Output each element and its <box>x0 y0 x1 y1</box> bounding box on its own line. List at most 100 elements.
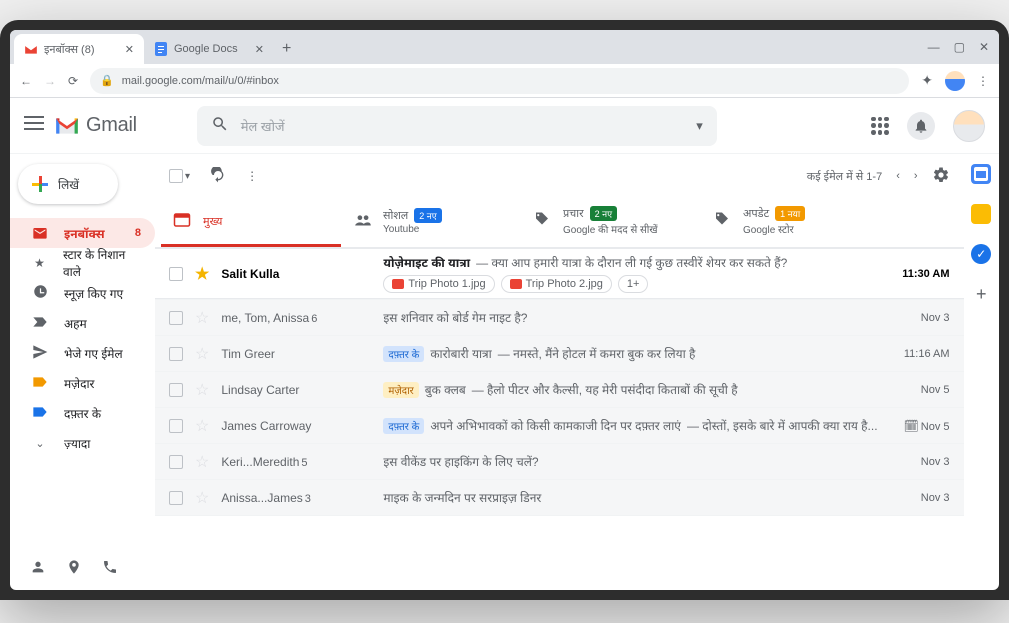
chevron-down-icon[interactable]: ▾ <box>696 118 703 134</box>
browser-tabbar: इनबॉक्स (8) ✕ Google Docs ✕ + — ▢ ✕ <box>10 30 999 64</box>
maximize-icon[interactable]: ▢ <box>954 40 965 54</box>
new-tab-button[interactable]: + <box>274 34 299 64</box>
star-icon[interactable]: ☆ <box>195 452 209 472</box>
email-checkbox[interactable] <box>169 383 183 397</box>
notifications-icon[interactable] <box>907 112 935 140</box>
date: 11:16 AM <box>890 348 950 360</box>
star-icon[interactable]: ☆ <box>195 308 209 328</box>
prev-page-icon[interactable]: ‹ <box>896 170 900 182</box>
gmail-icon <box>54 116 80 136</box>
sidebar-item-0[interactable]: इनबॉक्स 8 <box>10 218 155 248</box>
browser-profile-icon[interactable] <box>945 71 965 91</box>
toolbar: ▾ ⋮ कई ईमेल में से 1-7 ‹ › <box>155 154 964 198</box>
email-checkbox[interactable] <box>169 455 183 469</box>
email-checkbox[interactable] <box>169 311 183 325</box>
sender: Tim Greer <box>221 347 371 361</box>
email-checkbox[interactable] <box>169 347 183 361</box>
sidebar-item-4[interactable]: भेजे गए ईमेल <box>10 338 155 368</box>
email-row[interactable]: ☆ James Carroway दफ़्तर केअपने अभिभावकों… <box>155 408 964 444</box>
back-icon[interactable]: ← <box>20 74 32 88</box>
label-blue-icon <box>32 406 48 421</box>
apps-icon[interactable] <box>871 117 889 135</box>
email-list: ★ Salit Kulla योज़ेमाइट की यात्रा — क्या… <box>155 248 964 590</box>
email-row[interactable]: ★ Salit Kulla योज़ेमाइट की यात्रा — क्या… <box>155 248 964 300</box>
image-icon <box>510 279 522 289</box>
close-icon[interactable]: ✕ <box>125 43 134 56</box>
minimize-icon[interactable]: — <box>928 40 940 54</box>
browser-tab-1[interactable]: इनबॉक्स (8) ✕ <box>14 34 144 64</box>
star-icon: ★ <box>32 256 47 270</box>
category-tab-3[interactable]: अपडेट1 नया Google स्टोर <box>701 198 881 247</box>
category-tab-0[interactable]: मुख्य <box>161 198 341 247</box>
forward-icon[interactable]: → <box>44 74 56 88</box>
star-icon[interactable]: ☆ <box>195 344 209 364</box>
menu-icon[interactable] <box>24 116 44 135</box>
url-input[interactable]: 🔒 mail.google.com/mail/u/0/#inbox <box>90 68 909 94</box>
extension-icon[interactable]: ✦ <box>921 72 933 89</box>
calendar-icon[interactable] <box>971 164 991 184</box>
close-icon[interactable]: ✕ <box>255 43 264 56</box>
sidebar-item-1[interactable]: ★ स्टार के निशान वाले <box>10 248 155 278</box>
tab-chip: 1 नया <box>775 206 805 221</box>
star-icon[interactable]: ☆ <box>195 380 209 400</box>
email-row[interactable]: ☆ Keri...Meredith5 इस वीकेंड पर हाइकिंग … <box>155 444 964 480</box>
attachment-chip[interactable]: Trip Photo 1.jpg <box>383 275 494 293</box>
next-page-icon[interactable]: › <box>914 170 918 182</box>
addons-plus-icon[interactable]: + <box>976 284 987 305</box>
tab-label: अपडेट <box>743 206 769 221</box>
tab-title: Google Docs <box>174 43 238 55</box>
inbox-icon <box>32 225 48 242</box>
email-row[interactable]: ☆ Lindsay Carter मज़ेदारबुक क्लब — हैलो … <box>155 372 964 408</box>
sidebar-item-6[interactable]: दफ़्तर के <box>10 398 155 428</box>
attachment-chip[interactable]: Trip Photo 2.jpg <box>501 275 612 293</box>
select-all-checkbox[interactable] <box>169 169 183 183</box>
sidebar-item-7[interactable]: ⌄ ज़्यादा <box>10 428 155 458</box>
sidebar-item-2[interactable]: स्नूज़ किए गए <box>10 278 155 308</box>
email-row[interactable]: ☆ Anissa...James3 माइक के जन्मदिन पर सरप… <box>155 480 964 516</box>
sidebar-item-label: दफ़्तर के <box>64 405 101 422</box>
date: Nov 3 <box>890 312 950 324</box>
category-tab-1[interactable]: सोशल2 नए Youtube <box>341 198 521 247</box>
attachment-chip[interactable]: 1+ <box>618 275 649 293</box>
email-row[interactable]: ☆ Tim Greer दफ़्तर केकारोबारी यात्रा — न… <box>155 336 964 372</box>
email-row[interactable]: ☆ me, Tom, Anissa6 इस शनिवार को बोर्ड गे… <box>155 300 964 336</box>
keep-icon[interactable] <box>971 204 991 224</box>
image-icon <box>392 279 404 289</box>
star-icon[interactable]: ☆ <box>195 416 209 436</box>
email-checkbox[interactable] <box>169 491 183 505</box>
location-icon[interactable] <box>66 559 82 580</box>
tasks-icon[interactable]: ✓ <box>971 244 991 264</box>
search-input[interactable]: मेल खोजें ▾ <box>197 106 717 146</box>
settings-icon[interactable] <box>932 166 950 187</box>
more-icon[interactable]: ⋮ <box>246 169 258 183</box>
avatar[interactable] <box>953 110 985 142</box>
sender: Anissa...James3 <box>221 491 371 505</box>
refresh-icon[interactable]: ⟳ <box>68 74 78 88</box>
gmail-header: Gmail मेल खोजें ▾ <box>10 98 999 154</box>
tab-label: मुख्य <box>203 214 222 229</box>
subject: अपने अभिभावकों को किसी कामकाजी दिन पर दफ… <box>430 417 681 434</box>
email-checkbox[interactable] <box>169 267 183 281</box>
sidebar-item-3[interactable]: अहम <box>10 308 155 338</box>
star-icon[interactable]: ★ <box>195 264 209 284</box>
sidebar-item-label: स्नूज़ किए गए <box>64 285 123 302</box>
star-icon[interactable]: ☆ <box>195 488 209 508</box>
close-window-icon[interactable]: ✕ <box>979 40 989 54</box>
email-checkbox[interactable] <box>169 419 183 433</box>
sender: me, Tom, Anissa6 <box>221 311 371 325</box>
sidebar-item-5[interactable]: मज़ेदार <box>10 368 155 398</box>
primary-icon <box>173 212 191 231</box>
label-chip: दफ़्तर के <box>383 418 424 434</box>
phone-icon[interactable] <box>102 559 118 580</box>
snippet: — क्या आप हमारी यात्रा के दौरान ली गई कु… <box>476 254 787 271</box>
gmail-favicon <box>24 42 38 56</box>
browser-menu-icon[interactable]: ⋮ <box>977 74 989 88</box>
badge: 8 <box>135 227 141 239</box>
compose-button[interactable]: लिखें <box>18 164 118 204</box>
gmail-logo[interactable]: Gmail <box>54 114 137 137</box>
person-icon[interactable] <box>30 559 46 580</box>
category-tab-2[interactable]: प्रचार2 नए Google की मदद से सीखें <box>521 198 701 247</box>
chevron-down-icon[interactable]: ▾ <box>185 171 190 182</box>
refresh-icon[interactable] <box>210 167 226 186</box>
browser-tab-2[interactable]: Google Docs ✕ <box>144 34 274 64</box>
